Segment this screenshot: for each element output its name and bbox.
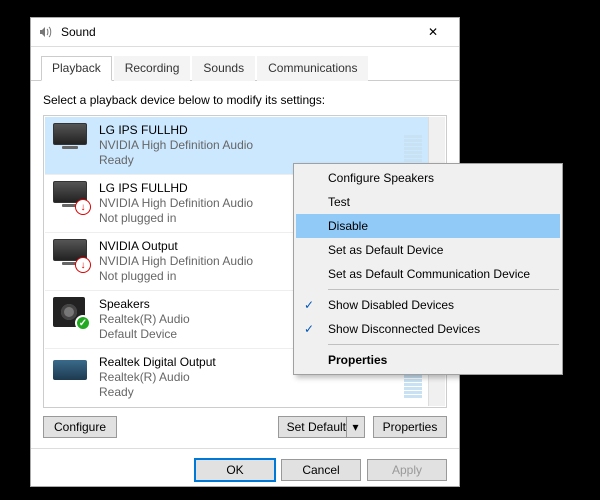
separator <box>328 344 559 345</box>
unplugged-badge-icon: ↓ <box>75 199 91 215</box>
dialog-footer: OK Cancel Apply <box>31 448 459 491</box>
ok-button[interactable]: OK <box>195 459 275 481</box>
ctx-configure-speakers[interactable]: Configure Speakers <box>296 166 560 190</box>
separator <box>328 289 559 290</box>
button-row: Configure Set Default ▾ Properties <box>43 408 447 438</box>
ctx-show-disabled[interactable]: ✓Show Disabled Devices <box>296 293 560 317</box>
set-default-label: Set Default <box>287 420 346 434</box>
sound-icon <box>37 24 53 40</box>
instruction-text: Select a playback device below to modify… <box>43 93 447 107</box>
ctx-set-default[interactable]: Set as Default Device <box>296 238 560 262</box>
device-state: Ready <box>99 385 394 400</box>
tab-recording[interactable]: Recording <box>114 56 191 81</box>
default-badge-icon: ✓ <box>75 315 91 331</box>
close-button[interactable]: ✕ <box>413 18 453 46</box>
ctx-test[interactable]: Test <box>296 190 560 214</box>
tab-playback[interactable]: Playback <box>41 56 112 81</box>
configure-button[interactable]: Configure <box>43 416 117 438</box>
speaker-icon: ✓ <box>53 297 89 329</box>
device-driver: NVIDIA High Definition Audio <box>99 138 394 153</box>
dropdown-arrow-icon[interactable]: ▾ <box>346 417 364 437</box>
ctx-set-default-comm[interactable]: Set as Default Communication Device <box>296 262 560 286</box>
ctx-disable[interactable]: Disable <box>296 214 560 238</box>
monitor-icon: ↓ <box>53 239 89 271</box>
tabstrip: Playback Recording Sounds Communications <box>31 47 459 81</box>
monitor-icon <box>53 123 89 155</box>
titlebar[interactable]: Sound ✕ <box>31 18 459 47</box>
vu-meter <box>404 126 422 166</box>
device-name: LG IPS FULLHD <box>99 123 394 138</box>
ctx-properties[interactable]: Properties <box>296 348 560 372</box>
monitor-icon: ↓ <box>53 181 89 213</box>
digital-output-icon <box>53 355 89 387</box>
dialog-title: Sound <box>61 25 413 39</box>
close-icon: ✕ <box>428 25 438 39</box>
cancel-button[interactable]: Cancel <box>281 459 361 481</box>
check-icon: ✓ <box>304 298 314 312</box>
apply-button[interactable]: Apply <box>367 459 447 481</box>
context-menu[interactable]: Configure Speakers Test Disable Set as D… <box>293 163 563 375</box>
unplugged-badge-icon: ↓ <box>75 257 91 273</box>
check-icon: ✓ <box>304 322 314 336</box>
ctx-show-disconnected[interactable]: ✓Show Disconnected Devices <box>296 317 560 341</box>
set-default-button[interactable]: Set Default ▾ <box>278 416 365 438</box>
tab-sounds[interactable]: Sounds <box>192 56 255 81</box>
tab-communications[interactable]: Communications <box>257 56 368 81</box>
properties-button[interactable]: Properties <box>373 416 447 438</box>
